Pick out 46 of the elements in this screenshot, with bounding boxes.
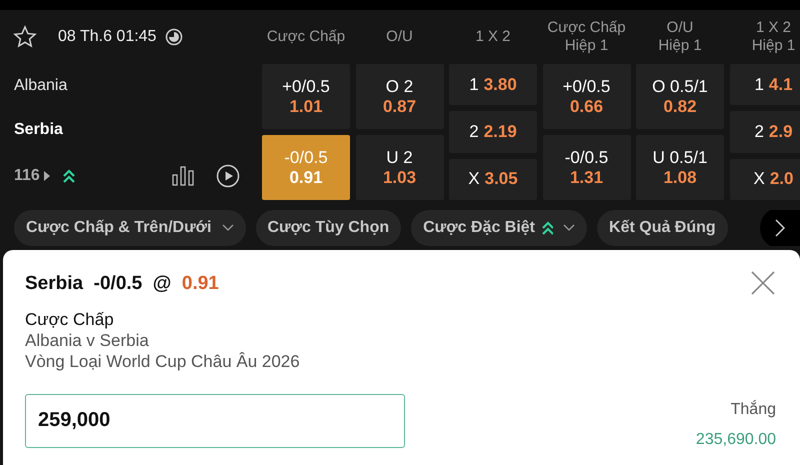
column-header: Hiệp 1 <box>752 37 796 55</box>
odds-button[interactable]: U 0.5/1 1.08 <box>636 135 724 200</box>
odds-button[interactable]: -0/0.5 1.31 <box>542 135 630 200</box>
odds-button[interactable]: 1 4.1 <box>730 64 800 106</box>
caret-right-icon <box>44 171 50 181</box>
odds-button[interactable]: X 2.0 <box>730 158 800 200</box>
live-clock-icon <box>165 28 184 46</box>
market-tab[interactable]: Kết Quả Đúng <box>597 210 728 246</box>
market-tab[interactable]: Cược Đặc Biệt <box>411 210 588 246</box>
competition-name: Vòng Loại World Cup Châu Âu 2026 <box>25 350 301 372</box>
bet-selection-title: Serbia -0/0.5 @ 0.91 <box>25 272 219 296</box>
market-tab[interactable]: Cược Tùy Chọn <box>256 210 402 246</box>
odds-button[interactable]: +0/0.5 1.01 <box>262 64 350 129</box>
column-header: O/U <box>386 28 413 46</box>
column-header: 1 X 2 <box>756 19 792 37</box>
team-name: Albania <box>13 76 68 96</box>
win-label: Thắng <box>730 399 776 420</box>
odds-button[interactable]: O 2 0.87 <box>356 64 444 129</box>
event-name: Albania v Serbia <box>25 330 150 350</box>
match-time: 08 Th.6 01:45 <box>58 27 156 47</box>
odds-button[interactable]: X 3.05 <box>449 158 537 200</box>
column-header: 1 X 2 <box>475 28 511 46</box>
column-header: Cược Chấp <box>547 19 626 37</box>
odds-button[interactable]: 1 3.80 <box>449 64 537 106</box>
column-header: Hiệp 1 <box>658 37 702 55</box>
market-name: Cược Chấp <box>25 308 115 330</box>
win-amount: 235,690.00 <box>696 430 776 450</box>
odds-button[interactable]: +0/0.5 0.66 <box>542 64 630 129</box>
team-name: Serbia <box>13 120 64 140</box>
close-icon <box>751 270 775 295</box>
close-button[interactable] <box>750 270 776 296</box>
favorite-star-icon[interactable] <box>13 25 37 49</box>
odds-button[interactable]: U 2 1.03 <box>356 135 444 200</box>
column-header: Cược Chấp <box>266 28 346 46</box>
scroll-right-button[interactable] <box>760 210 800 246</box>
bar-chart-icon[interactable] <box>172 166 194 186</box>
column-header: O/U <box>666 19 694 37</box>
stake-input[interactable]: 259,000 <box>25 394 405 448</box>
market-count[interactable]: 116 <box>14 164 40 188</box>
column-header: Hiệp 1 <box>564 37 608 55</box>
odds-button[interactable]: 2 2.19 <box>449 111 537 153</box>
odds-button[interactable]: O 0.5/1 0.82 <box>636 64 724 129</box>
chevron-right-icon <box>775 219 785 237</box>
market-tab[interactable]: Cược Chấp & Trên/Dưới <box>14 210 246 246</box>
play-icon[interactable] <box>216 164 240 188</box>
odds-button[interactable]: 2 2.9 <box>730 111 800 153</box>
